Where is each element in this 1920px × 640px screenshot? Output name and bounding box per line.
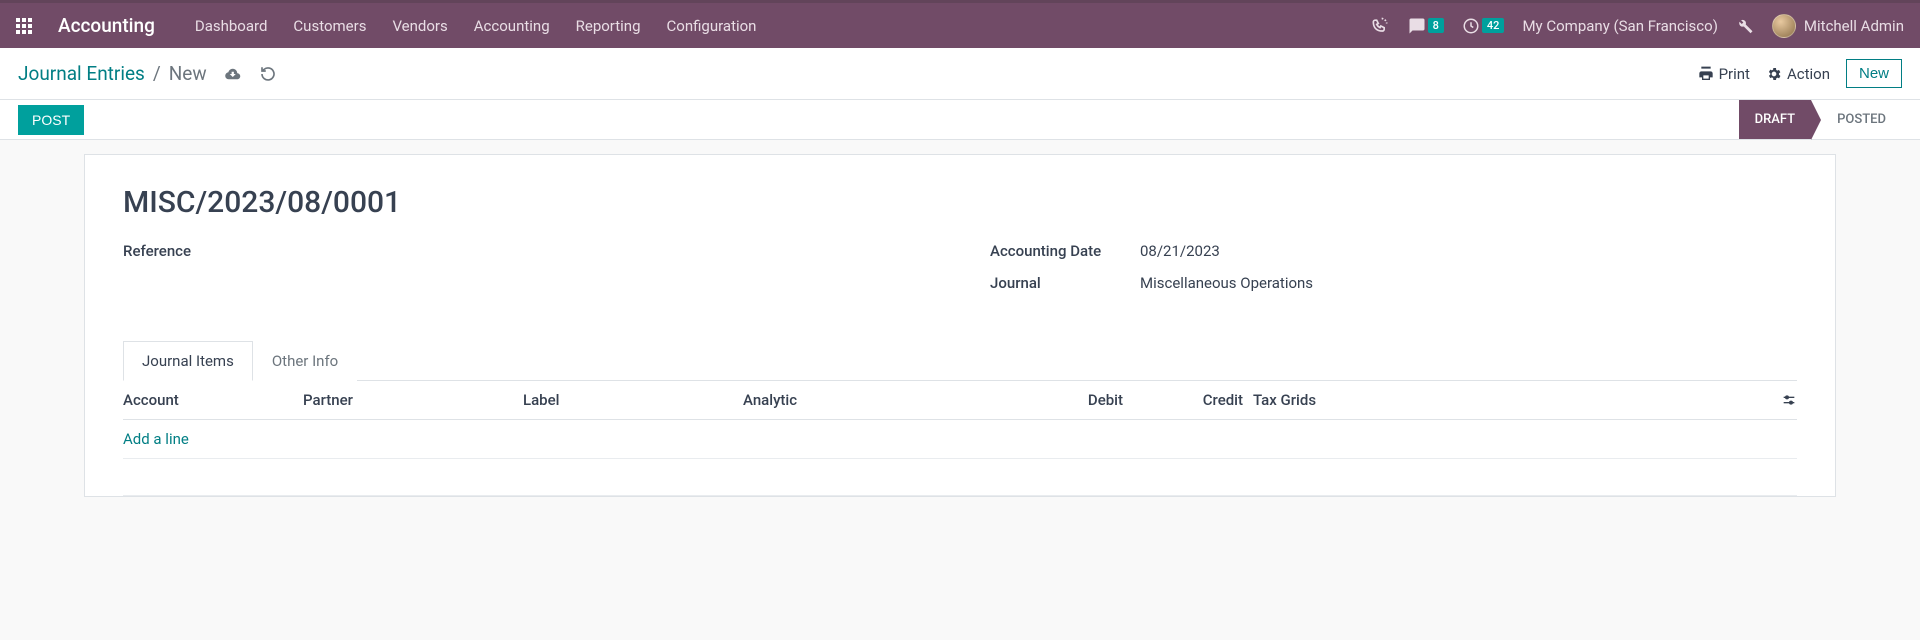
discard-icon[interactable]: [259, 65, 277, 83]
chat-icon: [1408, 17, 1426, 35]
clock-icon: [1462, 17, 1480, 35]
action-button[interactable]: Action: [1766, 65, 1830, 83]
gear-icon: [1766, 66, 1782, 82]
breadcrumb: Journal Entries / New: [18, 62, 207, 85]
grid-add-row: Add a line: [123, 420, 1797, 459]
tabs: Journal Items Other Info: [123, 340, 1797, 381]
print-label: Print: [1719, 65, 1750, 83]
field-accounting-date: Accounting Date 08/21/2023: [990, 242, 1797, 260]
user-name: Mitchell Admin: [1804, 17, 1904, 35]
tools-icon[interactable]: [1736, 17, 1754, 35]
top-navbar: Accounting Dashboard Customers Vendors A…: [0, 0, 1920, 48]
tab-journal-items[interactable]: Journal Items: [123, 341, 253, 381]
fields-row: Reference Accounting Date 08/21/2023 Jou…: [123, 242, 1797, 306]
reference-label: Reference: [123, 242, 273, 260]
status-steps: DRAFT POSTED: [1739, 100, 1902, 139]
form-sheet: MISC/2023/08/0001 Reference Accounting D…: [84, 154, 1836, 497]
subheader: Journal Entries / New Print Action New: [0, 48, 1920, 100]
breadcrumb-actions: [223, 65, 277, 83]
company-selector[interactable]: My Company (San Francisco): [1522, 17, 1717, 35]
menu-reporting[interactable]: Reporting: [576, 17, 641, 35]
phone-icon[interactable]: [1370, 16, 1390, 36]
activity-button[interactable]: 42: [1462, 17, 1505, 35]
app-brand[interactable]: Accounting: [58, 14, 155, 37]
status-posted[interactable]: POSTED: [1811, 100, 1902, 139]
menu-accounting[interactable]: Accounting: [474, 17, 550, 35]
col-taxgrids: Tax Grids: [1243, 391, 1393, 409]
fields-left: Reference: [123, 242, 930, 306]
topbar-right: 8 42 My Company (San Francisco) Mitchell…: [1370, 14, 1904, 38]
menu-customers[interactable]: Customers: [293, 17, 366, 35]
grid-empty-row: [123, 459, 1797, 496]
col-analytic: Analytic: [743, 391, 1003, 409]
breadcrumb-current: New: [169, 62, 207, 85]
apps-launcher-icon[interactable]: [16, 18, 32, 34]
menu-configuration[interactable]: Configuration: [667, 17, 757, 35]
field-journal: Journal Miscellaneous Operations: [990, 274, 1797, 292]
print-button[interactable]: Print: [1698, 65, 1750, 83]
menu-dashboard[interactable]: Dashboard: [195, 17, 268, 35]
grid-header: Account Partner Label Analytic Debit Cre…: [123, 381, 1797, 420]
journal-value[interactable]: Miscellaneous Operations: [1140, 274, 1313, 292]
col-debit: Debit: [1003, 391, 1123, 409]
fields-right: Accounting Date 08/21/2023 Journal Misce…: [990, 242, 1797, 306]
status-bar: POST DRAFT POSTED: [0, 100, 1920, 140]
topbar-left: Accounting Dashboard Customers Vendors A…: [16, 14, 756, 37]
subheader-right: Print Action New: [1698, 59, 1902, 88]
tab-other-info[interactable]: Other Info: [253, 341, 357, 381]
action-label: Action: [1787, 65, 1830, 83]
cloud-save-icon[interactable]: [223, 65, 241, 83]
chat-badge: 8: [1428, 18, 1444, 33]
post-button[interactable]: POST: [18, 105, 84, 135]
journal-label: Journal: [990, 274, 1140, 292]
main-menu: Dashboard Customers Vendors Accounting R…: [195, 17, 757, 35]
add-line-link[interactable]: Add a line: [123, 430, 189, 448]
menu-vendors[interactable]: Vendors: [392, 17, 447, 35]
status-draft[interactable]: DRAFT: [1739, 100, 1812, 139]
date-label: Accounting Date: [990, 242, 1140, 260]
field-reference: Reference: [123, 242, 930, 260]
user-menu[interactable]: Mitchell Admin: [1772, 14, 1904, 38]
breadcrumb-root[interactable]: Journal Entries: [18, 62, 145, 85]
col-account: Account: [123, 391, 303, 409]
breadcrumb-separator: /: [153, 62, 161, 85]
new-button[interactable]: New: [1846, 59, 1902, 88]
col-label: Label: [523, 391, 743, 409]
activity-badge: 42: [1482, 18, 1505, 33]
columns-options-icon[interactable]: [1781, 391, 1797, 409]
date-value[interactable]: 08/21/2023: [1140, 242, 1220, 260]
sheet-wrapper: MISC/2023/08/0001 Reference Accounting D…: [0, 140, 1920, 497]
entry-title: MISC/2023/08/0001: [123, 185, 1797, 220]
col-credit: Credit: [1123, 391, 1243, 409]
avatar: [1772, 14, 1796, 38]
print-icon: [1698, 66, 1714, 82]
chat-button[interactable]: 8: [1408, 17, 1444, 35]
col-partner: Partner: [303, 391, 523, 409]
